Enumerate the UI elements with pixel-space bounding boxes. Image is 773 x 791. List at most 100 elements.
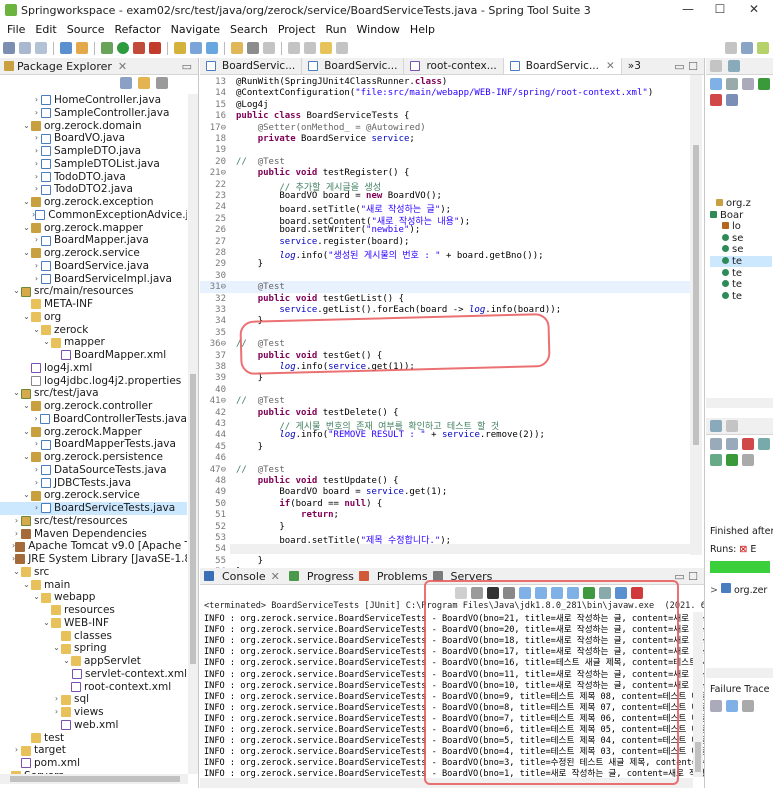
tree-item[interactable]: ⌄ org.zerock.mapper <box>0 222 187 235</box>
chevron-right-icon[interactable]: › <box>32 413 40 426</box>
tree-item[interactable]: › views <box>0 706 187 719</box>
tree-item[interactable]: › TodoDTO2.java <box>0 183 187 196</box>
junit-menu-icon[interactable] <box>726 420 738 432</box>
chevron-down-icon[interactable]: ⌄ <box>22 311 31 324</box>
chevron-down-icon[interactable]: ⌄ <box>22 451 31 464</box>
sort-icon[interactable] <box>710 78 722 90</box>
tree-item[interactable]: › BoardServiceImpl.java <box>0 273 187 286</box>
code-line[interactable]: @RunWith(SpringJUnit4ClassRunner.class) <box>236 77 447 87</box>
tab-problems[interactable]: Problems <box>377 570 428 583</box>
code-line[interactable]: public void testGetList() { <box>236 294 404 304</box>
coverage-icon[interactable] <box>133 42 145 54</box>
chevron-down-icon[interactable]: ⌄ <box>32 324 41 337</box>
editor-scroll-thumb[interactable] <box>693 145 699 445</box>
code-line[interactable]: @Setter(onMethod_ = @Autowired) <box>236 123 426 133</box>
tree-item[interactable]: ⌄ org.zerock.Mapper <box>0 426 187 439</box>
task-list-icon[interactable] <box>710 60 722 72</box>
spring-perspective-icon[interactable] <box>757 42 769 54</box>
chevron-down-icon[interactable]: ⌄ <box>22 120 31 133</box>
code-line[interactable]: } <box>236 442 263 452</box>
compare-icon[interactable] <box>726 700 738 712</box>
chevron-down-icon[interactable]: ⌄ <box>42 617 51 630</box>
outline-hscrollbar[interactable] <box>706 398 773 408</box>
tree-item[interactable]: ⌄ src/test/java <box>0 387 187 400</box>
copy-trace-icon[interactable] <box>742 700 754 712</box>
code-line[interactable]: // @Test <box>236 465 285 475</box>
tree-item[interactable]: servlet-context.xml <box>0 668 187 681</box>
menu-project[interactable]: Project <box>273 23 321 36</box>
outline-item[interactable]: te <box>710 256 772 267</box>
tree-item[interactable]: › TodoDTO.java <box>0 171 187 184</box>
next-failure-icon[interactable] <box>710 438 722 450</box>
outline-item[interactable]: te <box>710 279 742 290</box>
console-scroll-thumb[interactable] <box>695 742 701 772</box>
maximize-button[interactable]: ☐ <box>705 2 735 18</box>
back-icon[interactable] <box>288 42 300 54</box>
tree-item[interactable]: ⌄ org.zerock.service <box>0 489 187 502</box>
tree-item[interactable]: › src/test/resources <box>0 515 187 528</box>
new-package-icon[interactable] <box>190 42 202 54</box>
tree-item[interactable]: ⌄ spring <box>0 642 187 655</box>
tree-hscrollbar[interactable] <box>0 774 188 784</box>
quick-access-search-icon[interactable] <box>725 42 737 54</box>
chevron-down-icon[interactable]: ⌄ <box>22 426 31 439</box>
chevron-down-icon[interactable]: ⌄ <box>22 400 31 413</box>
menu-refactor[interactable]: Refactor <box>110 23 166 36</box>
chevron-right-icon[interactable]: › <box>12 528 21 541</box>
tab-root-context[interactable]: root-contex... <box>404 58 504 74</box>
tree-item[interactable]: › DataSourceTests.java <box>0 464 187 477</box>
annotation-icon[interactable] <box>263 42 275 54</box>
tree-item[interactable]: › BoardControllerTests.java <box>0 413 187 426</box>
prev-failure-icon[interactable] <box>726 438 738 450</box>
skip-breakpoints-icon[interactable] <box>76 42 88 54</box>
code-line[interactable]: // @Test <box>236 157 285 167</box>
code-line[interactable]: if(board == null) { <box>236 499 382 509</box>
tree-item[interactable]: › JDBCTests.java <box>0 477 187 490</box>
code-line[interactable]: board.setWriter("newbie"); <box>236 225 420 235</box>
chevron-right-icon[interactable]: › <box>32 183 41 196</box>
tree-item[interactable]: › BoardService.java <box>0 260 187 273</box>
tree-item[interactable]: root-context.xml <box>0 681 187 694</box>
tree-item[interactable]: ⌄ org.zerock.controller <box>0 400 187 413</box>
tree-item[interactable]: BoardMapper.xml <box>0 349 187 362</box>
code-line[interactable]: } <box>236 522 284 532</box>
new-class-icon[interactable] <box>206 42 218 54</box>
chevron-down-icon[interactable]: ⌄ <box>32 591 41 604</box>
chevron-down-icon[interactable]: ⌄ <box>52 642 61 655</box>
outline-item[interactable]: se <box>710 244 743 255</box>
minimize-button[interactable]: — <box>673 2 703 18</box>
code-line[interactable]: private BoardService service; <box>236 134 415 144</box>
code-line[interactable]: log.info("REMOVE RESULT : " + service.re… <box>236 430 545 440</box>
menu-edit[interactable]: Edit <box>30 23 61 36</box>
chevron-down-icon[interactable]: ⌄ <box>22 489 31 502</box>
code-line[interactable]: public void testRegister() { <box>236 168 410 178</box>
tree-item[interactable]: ⌄ zerock <box>0 324 187 337</box>
chevron-right-icon[interactable]: › <box>32 94 41 107</box>
tree-item[interactable]: test <box>0 732 187 745</box>
tree-item[interactable]: › JRE System Library [JavaSE-1.8] <box>0 553 187 566</box>
chevron-right-icon[interactable]: › <box>32 260 41 273</box>
code-line[interactable]: log.info("생성된 게시물의 번호 : " + board.getBno… <box>236 248 543 261</box>
new-spring-icon[interactable] <box>174 42 186 54</box>
code-line[interactable]: } <box>236 373 263 383</box>
editor-scrollbar[interactable] <box>690 75 702 555</box>
outline-item[interactable]: lo <box>710 221 741 232</box>
tree-item[interactable]: › BoardVO.java <box>0 132 187 145</box>
tree-item[interactable]: resources <box>0 604 187 617</box>
code-line[interactable]: return; <box>236 510 339 520</box>
chevron-down-icon[interactable]: ⌄ <box>22 579 31 592</box>
prev-edit-icon[interactable] <box>320 42 332 54</box>
tree-item[interactable]: ⌄ src <box>0 566 187 579</box>
open-folder-icon[interactable] <box>231 42 243 54</box>
tree-item[interactable]: ⌄ appServlet <box>0 655 187 668</box>
menu-navigate[interactable]: Navigate <box>166 23 225 36</box>
hide-local-types-icon[interactable] <box>710 94 722 106</box>
tree-scroll-thumb[interactable] <box>190 374 196 664</box>
junit-view-menu-icon[interactable] <box>742 454 754 466</box>
hide-nonpublic-icon[interactable] <box>758 78 770 90</box>
run-icon[interactable] <box>117 42 129 54</box>
search-tool-icon[interactable] <box>247 42 259 54</box>
rerun-icon[interactable] <box>726 454 738 466</box>
chevron-right-icon[interactable]: › <box>32 158 41 171</box>
junit-icon[interactable] <box>710 420 722 432</box>
